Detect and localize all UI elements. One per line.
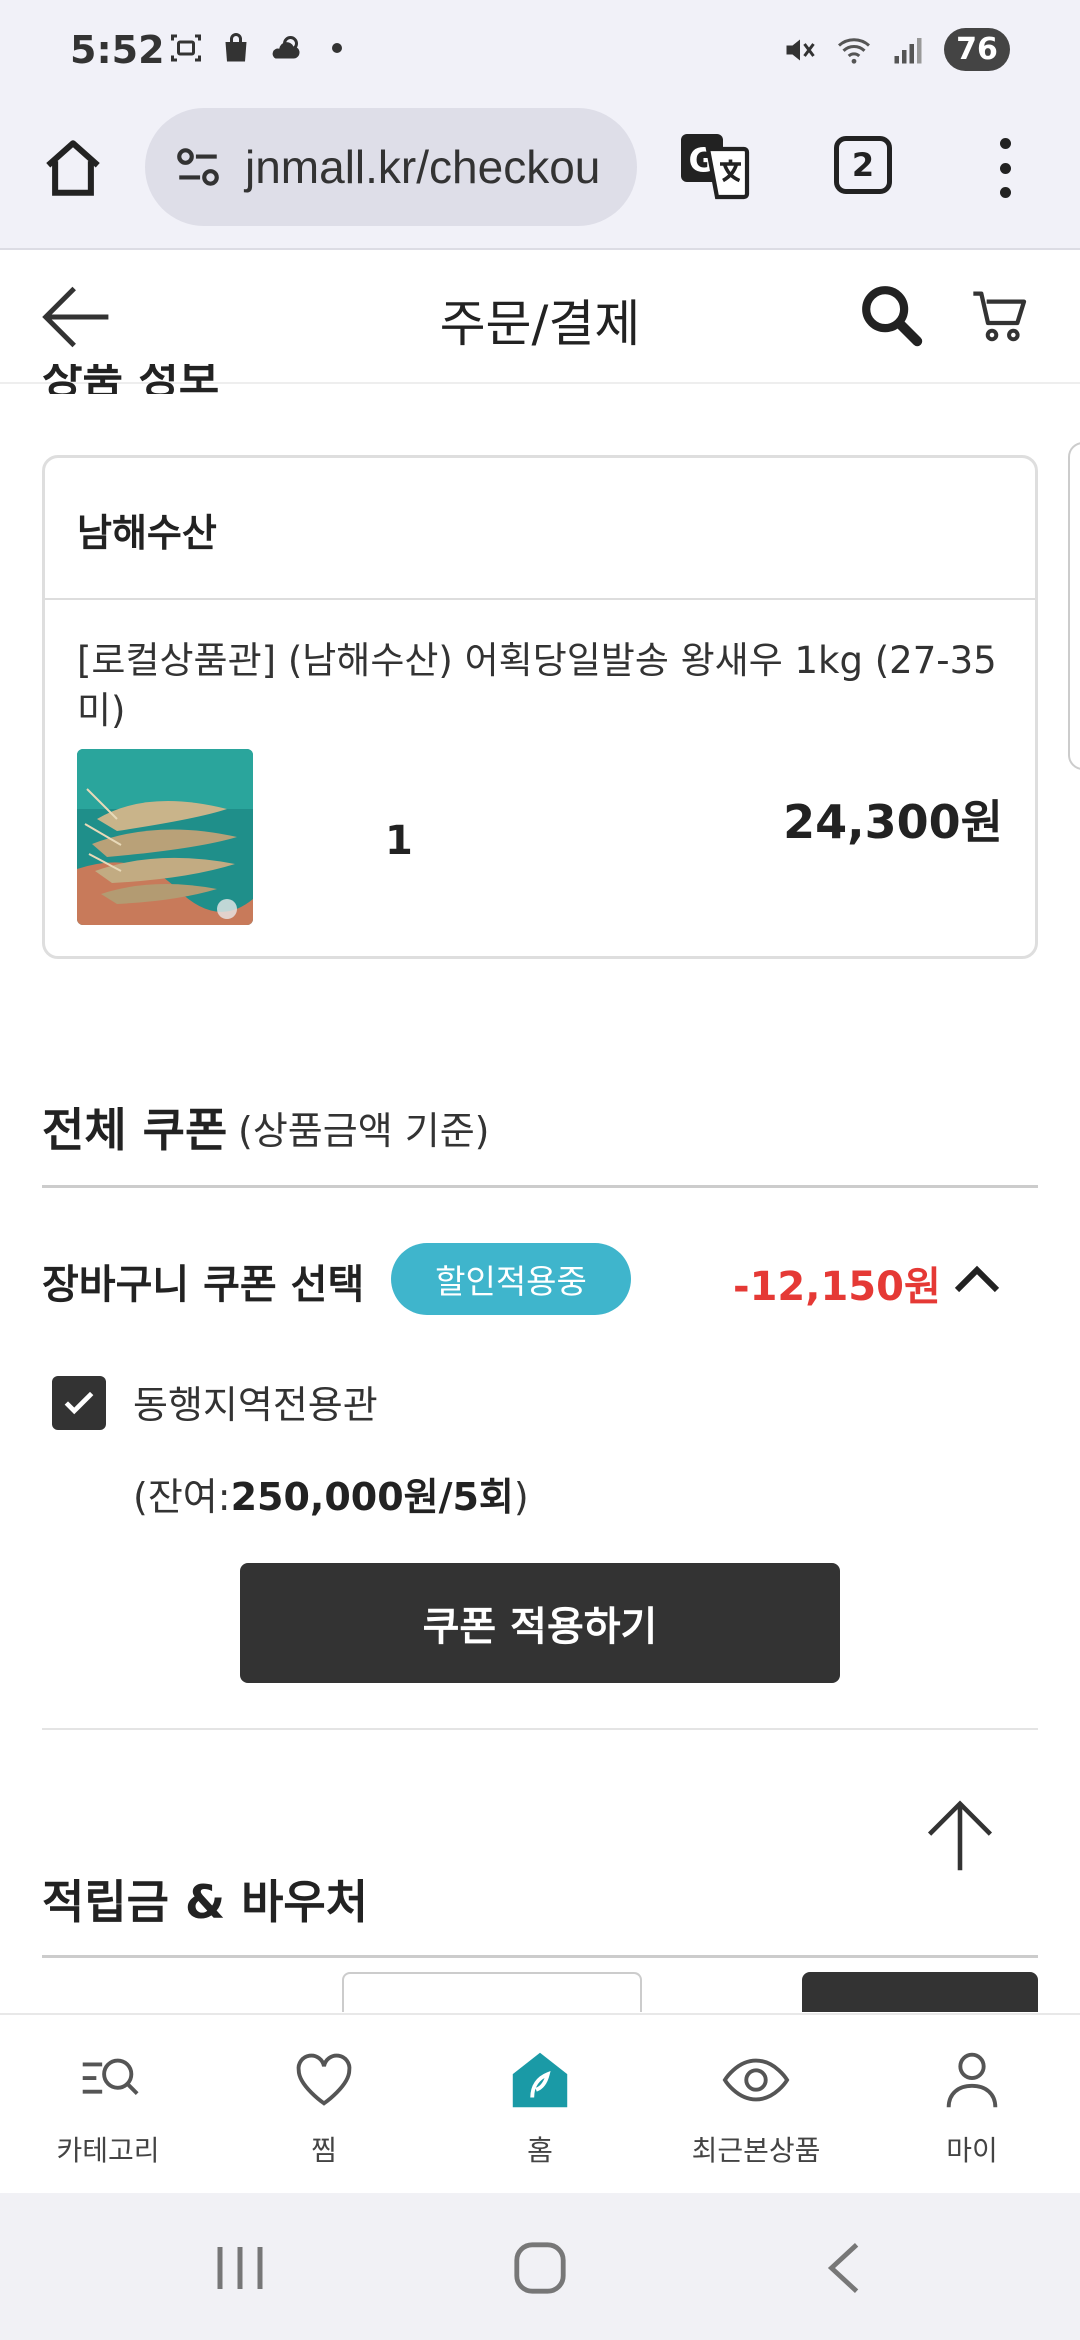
menu-icon[interactable]	[990, 138, 1020, 198]
mute-icon	[786, 39, 815, 60]
url-text[interactable]: jnmall.kr/checkou	[245, 140, 600, 194]
coupon-checkbox[interactable]	[52, 1376, 106, 1430]
checkmark-icon	[64, 1391, 94, 1415]
coupon-remaining: (잔여:250,000원/5회)	[133, 1466, 529, 1521]
points-input[interactable]	[342, 1972, 642, 2012]
product-name[interactable]: [로컬상품관] (남해수산) 어획당일발송 왕새우 1kg (27-35미)	[77, 636, 1037, 736]
product-quantity: 1	[385, 818, 413, 864]
divider	[42, 1955, 1038, 1958]
side-scroll-tab[interactable]	[1068, 442, 1080, 770]
nav-item-recent[interactable]: 최근본상품	[648, 2015, 864, 2193]
eye-icon	[722, 2058, 790, 2102]
coupon-section-subtitle: (상품금액 기준)	[238, 1109, 490, 1153]
nav-label: 최근본상품	[691, 2134, 821, 2167]
nav-label: 카테고리	[56, 2134, 160, 2167]
status-icons-left	[168, 30, 342, 66]
remain-suffix: )	[513, 1475, 529, 1519]
screenshot-icon	[171, 34, 201, 62]
product-price: 24,300원	[783, 795, 1003, 849]
recent-apps-icon[interactable]	[210, 2243, 270, 2293]
cart-icon[interactable]	[968, 280, 1032, 350]
nav-item-home[interactable]: 홈	[432, 2015, 648, 2193]
nav-label: 마이	[946, 2134, 998, 2167]
system-back-icon[interactable]	[820, 2239, 870, 2297]
remain-prefix: (잔여:	[133, 1475, 231, 1519]
tab-switcher-button[interactable]: 2	[834, 136, 892, 194]
scroll-to-top-arrow-icon[interactable]	[922, 1798, 998, 1874]
nav-label: 찜	[311, 2134, 337, 2167]
coupon-name[interactable]: 동행지역전용관	[133, 1374, 378, 1429]
apply-coupon-button[interactable]: 쿠폰 적용하기	[240, 1563, 840, 1683]
system-home-icon[interactable]	[510, 2239, 570, 2297]
divider	[42, 1185, 1038, 1188]
status-bar: 5:52 76	[0, 0, 1080, 100]
address-bar[interactable]: jnmall.kr/checkou	[145, 108, 637, 226]
coupon-section-title: 전체 쿠폰	[42, 1103, 228, 1157]
status-icons-right: 76	[782, 28, 1010, 71]
nav-label: 홈	[527, 2134, 553, 2167]
search-icon[interactable]	[856, 280, 926, 350]
discount-amount: -12,150원	[733, 1264, 941, 1310]
points-apply-button[interactable]	[802, 1972, 1038, 2012]
points-section-title: 적립금 & 바우처	[42, 1875, 369, 1929]
home-icon[interactable]	[40, 135, 106, 201]
signal-icon	[894, 37, 922, 63]
notification-dot	[332, 43, 342, 53]
system-navigation-bar	[0, 2193, 1080, 2340]
heart-icon	[296, 2053, 352, 2106]
chevron-up-icon[interactable]	[952, 1262, 1002, 1296]
person-icon	[946, 2052, 998, 2108]
shrimp-image	[77, 749, 253, 925]
product-image[interactable]	[77, 749, 253, 925]
bottom-navigation: 카테고리 찜 홈 최근본상품 마이	[0, 2013, 1080, 2193]
translate-icon[interactable]: G	[678, 128, 750, 200]
shopping-bag-icon	[225, 33, 247, 62]
weather-icon	[272, 36, 300, 59]
nav-item-category[interactable]: 카테고리	[0, 2015, 216, 2193]
category-search-icon	[82, 2058, 139, 2095]
discount-applied-badge: 할인적용중	[391, 1243, 631, 1315]
home-leaf-icon	[512, 2052, 568, 2108]
nav-item-my[interactable]: 마이	[864, 2015, 1080, 2193]
battery-indicator: 76	[944, 28, 1010, 71]
site-settings-icon[interactable]	[173, 142, 223, 192]
remain-value: 250,000원/5회	[230, 1475, 514, 1519]
seller-name: 남해수산	[45, 458, 1035, 600]
browser-toolbar: jnmall.kr/checkou G 2	[0, 100, 1080, 250]
nav-item-wishlist[interactable]: 찜	[216, 2015, 432, 2193]
wifi-icon	[838, 37, 870, 64]
product-card: 남해수산 [로컬상품관] (남해수산) 어획당일발송 왕새우 1kg (27-3…	[42, 455, 1038, 959]
product-section-title: 상품 정보	[42, 364, 220, 394]
status-time: 5:52	[70, 28, 165, 72]
cart-coupon-label[interactable]: 장바구니 쿠폰 선택	[42, 1252, 364, 1310]
divider	[42, 1728, 1038, 1730]
